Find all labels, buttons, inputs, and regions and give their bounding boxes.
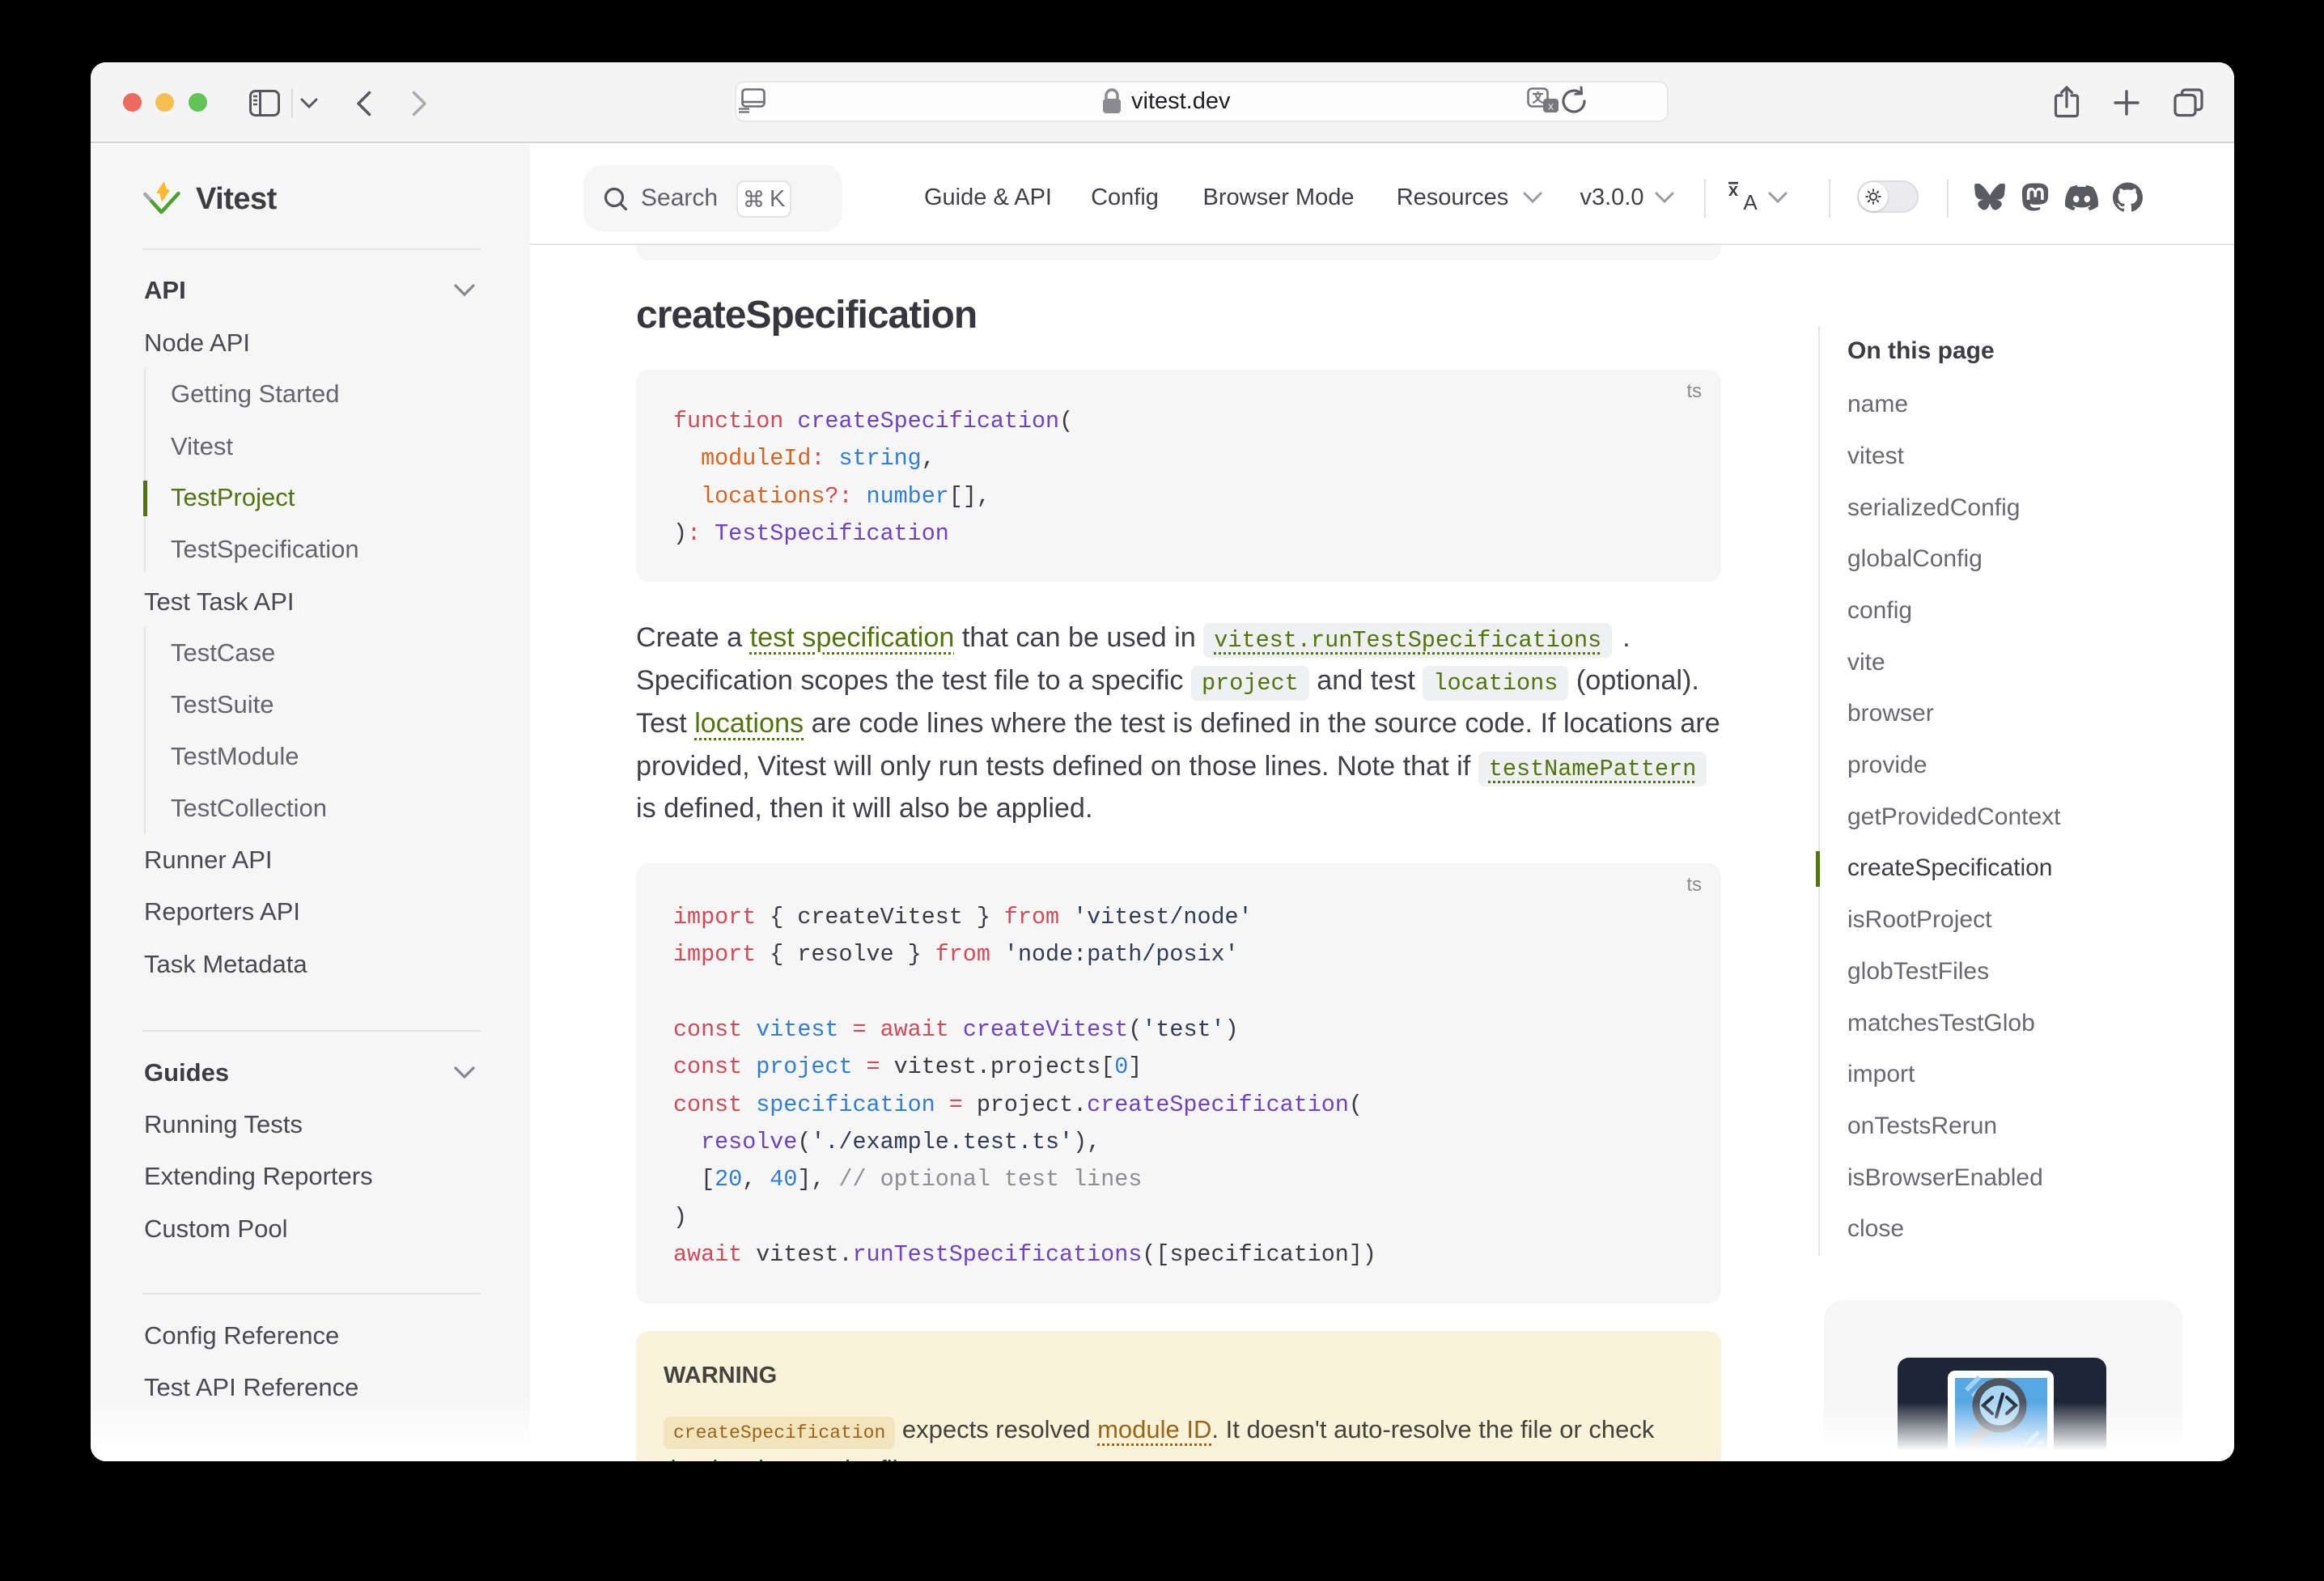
svg-text:A: A — [1743, 190, 1758, 213]
svg-text:x: x — [1548, 100, 1554, 112]
